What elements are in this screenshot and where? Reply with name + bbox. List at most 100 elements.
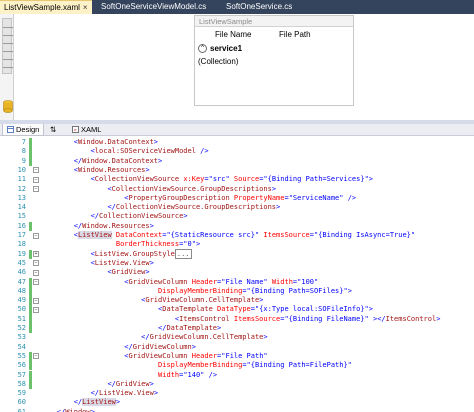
change-tracking-marker [29,324,32,334]
code-line[interactable]: 61 </Window> [0,408,474,412]
line-number: 60 [17,398,26,407]
list-item[interactable]: (Collection) [198,56,238,68]
line-number: 12 [17,184,26,193]
line-number: 45 [17,258,26,267]
change-tracking-marker [29,147,32,157]
code-text: <ItemsControl ItemsSource="{Binding File… [174,314,441,323]
column-header-file-path[interactable]: File Path [279,29,311,41]
code-line[interactable]: 19 <ListView.GroupStyle... + [0,248,474,259]
code-line[interactable]: 16 </Window.Resources> [0,221,474,231]
code-line[interactable]: 58 </GridView> [0,379,474,390]
code-line[interactable]: 54 </GridViewColumn> [0,343,474,352]
design-tab[interactable]: Design [2,124,45,136]
code-line[interactable]: 14 </CollectionViewSource.GroupDescripti… [0,203,474,212]
code-text: <Window.DataContext> [73,138,159,146]
collapse-icon[interactable]: − [33,167,39,174]
code-line[interactable]: 52 </DataTemplate> [0,324,474,334]
line-number: 47 [17,277,26,286]
swap-panes-icon[interactable]: ⇅ [46,124,60,136]
code-line[interactable]: 17 <ListView DataContext="{StaticResourc… [0,231,474,240]
code-text: </GridView> [107,379,154,388]
collapse-icon[interactable]: − [33,306,39,313]
code-text: </DataTemplate> [158,324,222,332]
close-icon[interactable]: × [83,3,88,12]
change-tracking-marker [29,370,32,380]
svg-text:<: < [73,128,77,133]
database-icon[interactable] [3,100,13,113]
code-line[interactable]: 57 Width="140" /> [0,370,474,380]
code-text: <ListView.View> [90,258,154,267]
code-line[interactable]: 53 </GridViewColumn.CellTemplate> [0,333,474,342]
code-text: </ListView> [73,398,121,407]
code-text: <ListView.GroupStyle... [90,248,192,259]
collapse-icon[interactable]: − [33,260,39,267]
xaml-tab[interactable]: < XAML [68,124,105,136]
collapse-icon[interactable]: − [33,353,39,360]
tab-softoneservice-cs[interactable]: SoftOneService.cs [222,0,296,14]
window-preview[interactable]: ListViewSample File Name File Path ^ serv… [194,15,354,106]
change-tracking-marker [29,379,32,390]
line-number: 48 [17,286,26,295]
xaml-label: XAML [81,125,102,134]
line-number: 17 [17,231,26,239]
code-line[interactable]: 60 </ListView> [0,398,474,407]
tab-softoneserviceviewmodel-cs[interactable]: SoftOneServiceViewModel.cs [97,0,210,14]
line-number: 50 [17,305,26,314]
expand-icon[interactable]: + [33,251,39,258]
code-line[interactable]: 10 <Window.Resources> − [0,166,474,175]
code-line[interactable]: 51 <ItemsControl ItemsSource="{Binding F… [0,314,474,324]
line-number: 7 [21,138,26,146]
code-text: <CollectionViewSource x:Key="src" Source… [90,175,373,184]
line-number: 14 [17,203,26,212]
collapse-icon[interactable]: − [33,279,39,285]
code-line[interactable]: 56 DisplayMemberBinding="{Binding Path=F… [0,361,474,371]
code-line[interactable]: 7 <Window.DataContext> [0,138,474,148]
code-line[interactable]: 55 <GridViewColumn Header="File Path" − [0,351,474,362]
line-number: 58 [17,379,26,388]
collapse-icon[interactable]: − [33,269,39,276]
code-text: <GridViewColumn Header="File Path" [124,351,268,360]
code-text: Width="140" /> [158,370,218,379]
tab-label: SoftOneServiceViewModel.cs [101,2,207,11]
line-number: 15 [17,212,26,221]
collapse-icon[interactable]: − [33,176,39,183]
design-label: Design [16,125,40,134]
code-line[interactable]: 59 </ListView.View> [0,389,474,398]
code-text: <GridViewColumn Header="File Name" Width… [124,277,319,286]
code-line[interactable]: 49 <GridViewColumn.CellTemplate> − [0,296,474,306]
expander-icon[interactable]: ^ [198,44,207,54]
group-header: ^ service1 [198,43,242,55]
zoom-slider[interactable] [2,18,13,74]
tab-label: ListViewSample.xaml [4,3,80,12]
code-line[interactable]: 11 <CollectionViewSource x:Key="src" Sou… [0,175,474,184]
code-text: <GridView> [107,268,150,277]
code-line[interactable]: 8 <local:SOServiceViewModel /> [0,147,474,157]
tab-listviewsample-xaml[interactable]: ListViewSample.xaml × [0,0,92,14]
collapse-icon[interactable]: − [33,297,39,304]
xaml-code-editor[interactable]: 7 <Window.DataContext> 8 <local:SOService… [0,136,474,412]
code-line[interactable]: 47 <GridViewColumn Header="File Name" Wi… [0,277,474,287]
change-tracking-marker [29,277,32,287]
collapse-icon[interactable]: − [33,186,39,192]
line-number: 10 [17,165,26,174]
column-header-file-name[interactable]: File Name [215,29,251,41]
line-number: 54 [17,342,26,351]
code-line[interactable]: 15 </CollectionViewSource> [0,212,474,221]
code-line[interactable]: 13 <PropertyGroupDescription PropertyNam… [0,194,474,203]
line-number: 18 [17,240,26,249]
line-number: 55 [17,351,26,360]
change-tracking-marker [29,221,32,231]
code-line[interactable]: 9 </Window.DataContext> [0,156,474,166]
code-line[interactable]: 45 <ListView.View> − [0,259,474,268]
code-line[interactable]: 48 DisplayMemberBinding="{Binding Path=S… [0,286,474,297]
collapse-icon[interactable]: − [33,232,39,239]
code-line[interactable]: 46 <GridView> − [0,268,474,277]
code-line[interactable]: 18 BorderThickness="0"> [0,240,474,249]
design-surface[interactable]: ListViewSample File Name File Path ^ serv… [0,14,474,120]
line-number: 61 [17,407,26,412]
code-line[interactable]: 12 <CollectionViewSource.GroupDescriptio… [0,185,474,194]
code-text: </GridViewColumn.CellTemplate> [141,333,268,342]
vertical-zoom-ruler[interactable] [0,14,14,120]
code-line[interactable]: 50 <DataTemplate DataType="{x:Type local… [0,305,474,315]
change-tracking-marker [29,286,32,297]
